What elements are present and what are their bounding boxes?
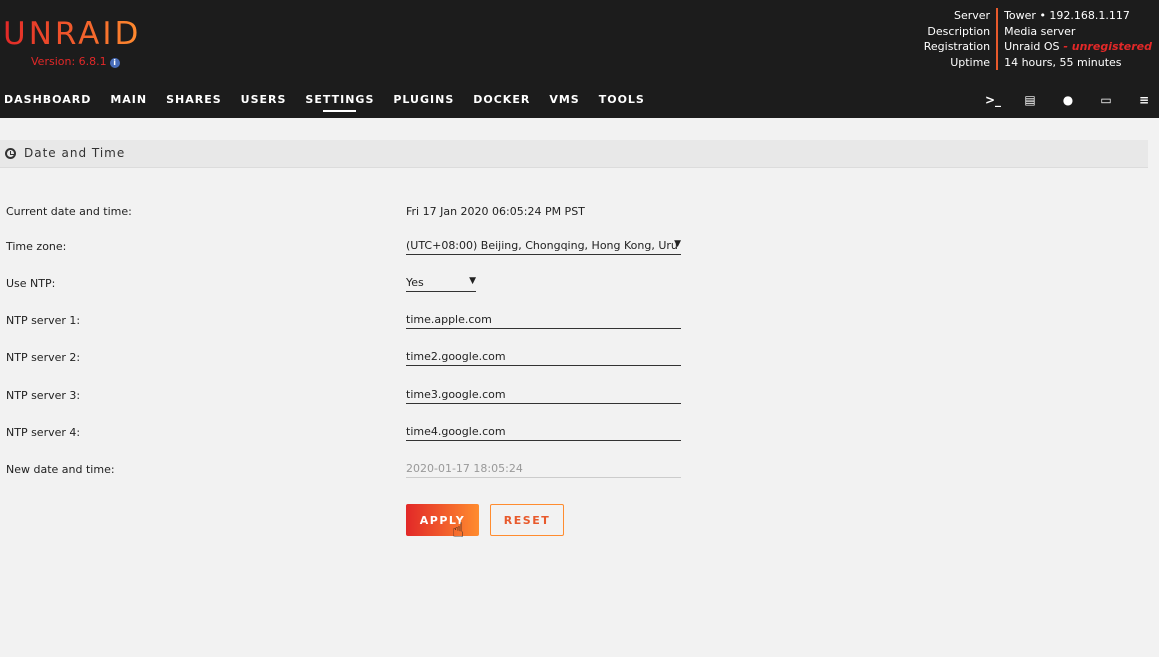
chevron-down-icon: ▼	[674, 239, 681, 249]
terminal-icon[interactable]: >_	[985, 93, 1001, 107]
use-ntp-value: Yes	[406, 276, 424, 289]
nav-users[interactable]: USERS	[241, 93, 287, 106]
hand-cursor-icon: ☝	[452, 518, 465, 542]
uptime-value: 14 hours, 55 minutes	[1004, 55, 1122, 69]
clock-icon	[5, 148, 16, 159]
ntp4-label: NTP server 4:	[6, 426, 81, 439]
ntp1-input[interactable]: time.apple.com	[406, 307, 681, 329]
info-icon[interactable]: i	[109, 58, 120, 68]
log-icon[interactable]: ≡	[1137, 93, 1151, 107]
row-ntp1: NTP server 1: time.apple.com	[0, 313, 700, 344]
server-info: Server Description Registration Uptime T…	[924, 8, 1152, 70]
ntp2-label: NTP server 2:	[6, 351, 81, 364]
section-title: Date and Time	[24, 146, 126, 160]
version-text: Version: 6.8.1	[31, 55, 107, 68]
feedback-icon[interactable]: ▤	[1023, 93, 1037, 107]
nav-shares[interactable]: SHARES	[166, 93, 222, 106]
new-date-label: New date and time:	[6, 463, 115, 476]
nav-plugins[interactable]: PLUGINS	[393, 93, 454, 106]
use-ntp-label: Use NTP:	[6, 277, 56, 290]
timezone-value: (UTC+08:00) Beijing, Chongqing, Hong Kon…	[406, 239, 678, 252]
version-label: Version: 6.8.1 i	[31, 55, 120, 68]
uptime-label: Uptime	[950, 55, 991, 69]
ntp4-input[interactable]: time4.google.com	[406, 419, 681, 441]
nav-settings[interactable]: SETTINGS	[305, 93, 374, 112]
description-label: Description	[927, 24, 991, 38]
unraid-logo[interactable]: UNRAID	[3, 16, 141, 52]
description-value: Media server	[1004, 24, 1076, 38]
server-info-values: Tower • 192.168.1.117 Media server Unrai…	[998, 8, 1152, 70]
row-ntp2: NTP server 2: time2.google.com	[0, 350, 700, 381]
timezone-label: Time zone:	[6, 240, 67, 253]
nav-docker[interactable]: DOCKER	[473, 93, 530, 106]
row-use-ntp: Use NTP: Yes ▼	[0, 276, 700, 307]
ntp3-input[interactable]: time3.google.com	[406, 382, 681, 404]
nav-dashboard[interactable]: DASHBOARD	[4, 93, 91, 106]
new-date-input[interactable]: 2020-01-17 18:05:24	[406, 456, 681, 478]
reset-button[interactable]: RESET	[490, 504, 564, 536]
server-label: Server	[954, 9, 991, 22]
server-value: Tower • 192.168.1.117	[1004, 9, 1130, 22]
current-date-label: Current date and time:	[6, 205, 132, 218]
help-icon[interactable]: ●	[1061, 93, 1075, 107]
row-new-date: New date and time: 2020-01-17 18:05:24	[0, 462, 700, 493]
nav-main[interactable]: MAIN	[110, 93, 147, 106]
nav-tools[interactable]: TOOLS	[599, 93, 645, 106]
ntp2-input[interactable]: time2.google.com	[406, 344, 681, 366]
row-ntp3: NTP server 3: time3.google.com	[0, 388, 700, 419]
registration-value[interactable]: Unraid OS - unregistered	[1004, 39, 1152, 55]
timezone-select[interactable]: (UTC+08:00) Beijing, Chongqing, Hong Kon…	[406, 233, 681, 255]
row-timezone: Time zone: (UTC+08:00) Beijing, Chongqin…	[0, 239, 700, 270]
top-header: UNRAID Version: 6.8.1 i Server Descriptio…	[0, 0, 1159, 118]
row-current-date: Current date and time: Fri 17 Jan 2020 0…	[0, 205, 700, 235]
registration-product: Unraid OS	[1004, 40, 1060, 53]
section-title-bar: Date and Time	[0, 140, 1148, 168]
registration-status: - unregistered	[1059, 40, 1152, 53]
monitor-icon[interactable]: ▭	[1099, 93, 1113, 107]
use-ntp-select[interactable]: Yes ▼	[406, 270, 476, 292]
apply-button[interactable]: APPLY	[406, 504, 479, 536]
main-nav: DASHBOARD MAIN SHARES USERS SETTINGS PLU…	[4, 93, 664, 112]
chevron-down-icon: ▼	[469, 276, 476, 286]
nav-icons: >_ ▤ ● ▭ ≡	[985, 93, 1151, 107]
registration-label: Registration	[923, 40, 991, 53]
current-date-value: Fri 17 Jan 2020 06:05:24 PM PST	[406, 205, 585, 218]
server-info-labels: Server Description Registration Uptime	[923, 8, 999, 70]
ntp3-label: NTP server 3:	[6, 389, 81, 402]
row-ntp4: NTP server 4: time4.google.com	[0, 425, 700, 456]
nav-vms[interactable]: VMS	[549, 93, 579, 106]
ntp1-label: NTP server 1:	[6, 314, 81, 327]
